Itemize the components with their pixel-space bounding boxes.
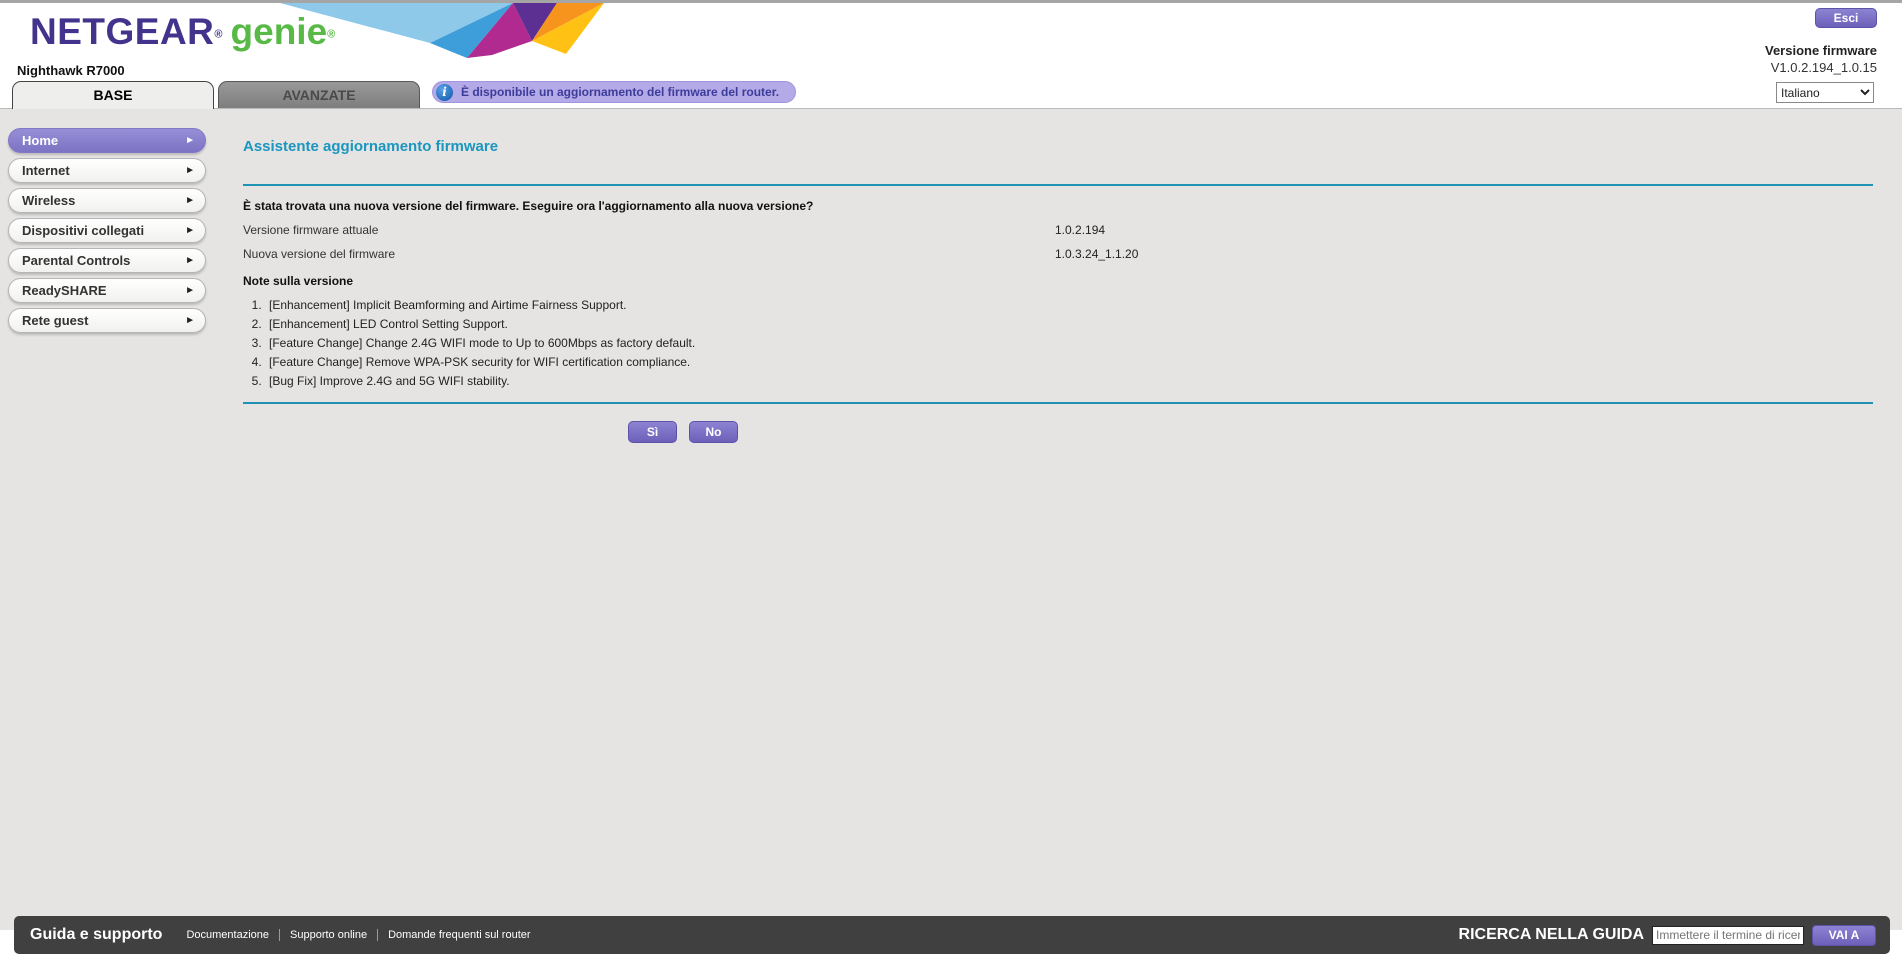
footer: Guida e supporto Documentazione Supporto…	[14, 916, 1890, 954]
current-firmware-row: Versione firmware attuale 1.0.2.194	[243, 223, 1873, 237]
release-note-item: [Enhancement] LED Control Setting Suppor…	[265, 315, 1873, 334]
release-notes-list: [Enhancement] Implicit Beamforming and A…	[265, 296, 1873, 391]
sidebar-item-label: ReadySHARE	[22, 283, 185, 298]
footer-link-supporto-online[interactable]: Supporto online	[279, 929, 377, 941]
new-firmware-label: Nuova versione del firmware	[243, 247, 1055, 261]
info-icon: i	[436, 84, 453, 101]
notification-text: È disponibile un aggiornamento del firmw…	[461, 85, 779, 99]
firmware-version-label: Versione firmware	[1765, 43, 1877, 58]
help-search-input[interactable]	[1652, 926, 1804, 945]
new-firmware-row: Nuova versione del firmware 1.0.3.24_1.1…	[243, 247, 1873, 261]
chevron-right-icon: ►	[185, 255, 195, 266]
divider	[243, 402, 1873, 404]
sidebar-item-label: Rete guest	[22, 313, 185, 328]
page-title: Assistente aggiornamento firmware	[243, 138, 1873, 155]
firmware-update-notification[interactable]: i È disponibile un aggiornamento del fir…	[432, 81, 796, 103]
genie-ribbon-graphic	[280, 3, 610, 58]
release-note-item: [Enhancement] Implicit Beamforming and A…	[265, 296, 1873, 315]
release-note-item: [Feature Change] Change 2.4G WIFI mode t…	[265, 334, 1873, 353]
current-firmware-label: Versione firmware attuale	[243, 223, 1055, 237]
chevron-right-icon: ►	[185, 285, 195, 296]
update-question: È stata trovata una nuova versione del f…	[243, 199, 1873, 213]
confirm-button-row: Sì No	[243, 421, 1123, 443]
firmware-version-block: Versione firmware V1.0.2.194_1.0.15	[1765, 43, 1877, 75]
chevron-right-icon: ►	[185, 135, 195, 146]
footer-links: Documentazione Supporto online Domande f…	[176, 929, 540, 941]
footer-title: Guida e supporto	[30, 926, 162, 944]
yes-button[interactable]: Sì	[628, 421, 677, 443]
sidebar-item-readyshare[interactable]: ReadySHARE ►	[8, 278, 206, 303]
current-firmware-value: 1.0.2.194	[1055, 223, 1105, 237]
registered-mark: ®	[214, 29, 222, 41]
footer-link-documentazione[interactable]: Documentazione	[176, 929, 279, 941]
sidebar-item-dispositivi-collegati[interactable]: Dispositivi collegati ►	[8, 218, 206, 243]
netgear-wordmark: NETGEAR	[30, 11, 214, 52]
release-notes-heading: Note sulla versione	[243, 274, 1873, 288]
sidebar-item-label: Dispositivi collegati	[22, 223, 185, 238]
divider	[243, 184, 1873, 186]
header: NETGEAR®genie® Nighthawk R7000 Esci Vers…	[0, 3, 1902, 81]
new-firmware-value: 1.0.3.24_1.1.20	[1055, 247, 1138, 261]
sidebar-item-home[interactable]: Home ►	[8, 128, 206, 153]
sidebar-item-parental-controls[interactable]: Parental Controls ►	[8, 248, 206, 273]
language-select[interactable]: Italiano	[1776, 82, 1874, 103]
firmware-version-value: V1.0.2.194_1.0.15	[1765, 60, 1877, 75]
chevron-right-icon: ►	[185, 315, 195, 326]
sidebar: Home ► Internet ► Wireless ► Dispositivi…	[8, 128, 206, 338]
chevron-right-icon: ►	[185, 165, 195, 176]
release-note-item: [Bug Fix] Improve 2.4G and 5G WIFI stabi…	[265, 372, 1873, 391]
sidebar-item-label: Home	[22, 133, 185, 148]
chevron-right-icon: ►	[185, 195, 195, 206]
help-search-label: RICERCA NELLA GUIDA	[1459, 926, 1644, 944]
main-content: Assistente aggiornamento firmware È stat…	[243, 138, 1873, 443]
sidebar-item-label: Wireless	[22, 193, 185, 208]
sidebar-item-label: Internet	[22, 163, 185, 178]
sidebar-item-rete-guest[interactable]: Rete guest ►	[8, 308, 206, 333]
chevron-right-icon: ►	[185, 225, 195, 236]
help-search-go-button[interactable]: VAI A	[1812, 925, 1876, 946]
sidebar-item-label: Parental Controls	[22, 253, 185, 268]
tab-base[interactable]: BASE	[12, 81, 214, 109]
device-name: Nighthawk R7000	[17, 63, 125, 78]
sidebar-item-internet[interactable]: Internet ►	[8, 158, 206, 183]
release-note-item: [Feature Change] Remove WPA-PSK security…	[265, 353, 1873, 372]
logout-button[interactable]: Esci	[1815, 8, 1877, 28]
tab-avanzate[interactable]: AVANZATE	[218, 81, 420, 109]
sidebar-item-wireless[interactable]: Wireless ►	[8, 188, 206, 213]
no-button[interactable]: No	[689, 421, 738, 443]
footer-link-domande-frequenti[interactable]: Domande frequenti sul router	[377, 929, 540, 941]
